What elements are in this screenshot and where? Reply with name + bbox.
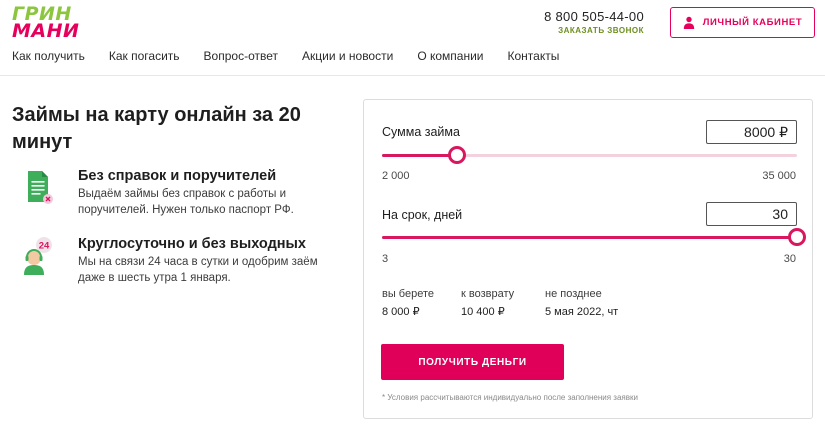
summary-deadline-value: 5 мая 2022, чт	[545, 306, 619, 318]
term-input[interactable]	[706, 202, 797, 226]
summary-deadline-label: не позднее	[545, 288, 602, 300]
amount-label: Сумма займа	[382, 125, 460, 139]
nav-how-to-get[interactable]: Как получить	[12, 49, 85, 63]
page-title: Займы на карту онлайн за 20 минут	[12, 104, 301, 153]
document-icon	[28, 171, 53, 204]
phone-number[interactable]: 8 800 505-44-00	[544, 9, 644, 24]
nav-about-company[interactable]: О компании	[417, 49, 483, 63]
feature-title: Без справок и поручителей	[78, 168, 277, 184]
feature-text: Выдаём займы без справок с работы и пору…	[78, 188, 294, 216]
svg-text:24: 24	[39, 241, 50, 252]
summary-return-value: 10 400 ₽	[461, 306, 505, 318]
term-min-label: 3	[382, 253, 389, 265]
amount-max-label: 35 000	[762, 170, 796, 182]
summary-take: вы берете 8 000 ₽	[382, 285, 434, 321]
main-nav: Как получить Как погасить Вопрос-ответ А…	[12, 49, 559, 63]
support-24-icon: 24	[24, 237, 52, 275]
summary-deadline: не позднее 5 мая 2022, чт	[545, 285, 618, 321]
loan-calculator: Сумма займа 2 000 35 000 На срок, дней 3…	[363, 99, 813, 419]
amount-input[interactable]	[706, 120, 797, 144]
summary-return: к возврату 10 400 ₽	[461, 285, 514, 321]
nav-how-to-repay[interactable]: Как погасить	[109, 49, 180, 63]
amount-min-label: 2 000	[382, 170, 410, 182]
nav-contacts[interactable]: Контакты	[508, 49, 560, 63]
feature-title: Круглосуточно и без выходных	[78, 236, 306, 252]
summary-return-label: к возврату	[461, 288, 515, 300]
term-max-label: 30	[783, 253, 796, 265]
user-icon	[683, 16, 694, 29]
amount-slider[interactable]	[382, 146, 797, 164]
brand-logo[interactable]: ГРИН МАНИ	[12, 5, 84, 42]
get-money-button[interactable]: получить деньги	[381, 344, 564, 380]
header-divider	[0, 75, 825, 76]
nav-faq[interactable]: Вопрос-ответ	[204, 49, 278, 63]
amount-slider-fill	[382, 154, 458, 157]
personal-cabinet-label: ЛИЧНЫЙ КАБИНЕТ	[702, 17, 803, 28]
logo-text-bottom: МАНИ	[12, 20, 80, 42]
feature-text: Мы на связи 24 часа в сутки и одобрим за…	[78, 256, 318, 284]
term-label: На срок, дней	[382, 208, 463, 222]
amount-slider-handle[interactable]	[448, 146, 467, 164]
personal-cabinet-button[interactable]: ЛИЧНЫЙ КАБИНЕТ	[670, 7, 815, 38]
term-slider-handle[interactable]	[788, 228, 806, 246]
term-slider[interactable]	[382, 228, 806, 246]
conditions-footnote: * Условия рассчитываются индивидуально п…	[382, 393, 638, 402]
summary-take-value: 8 000 ₽	[382, 306, 420, 318]
term-slider-fill	[382, 236, 797, 239]
nav-promotions-news[interactable]: Акции и новости	[302, 49, 393, 63]
order-callback-link[interactable]: ЗАКАЗАТЬ ЗВОНОК	[558, 26, 644, 35]
summary-take-label: вы берете	[382, 288, 435, 300]
